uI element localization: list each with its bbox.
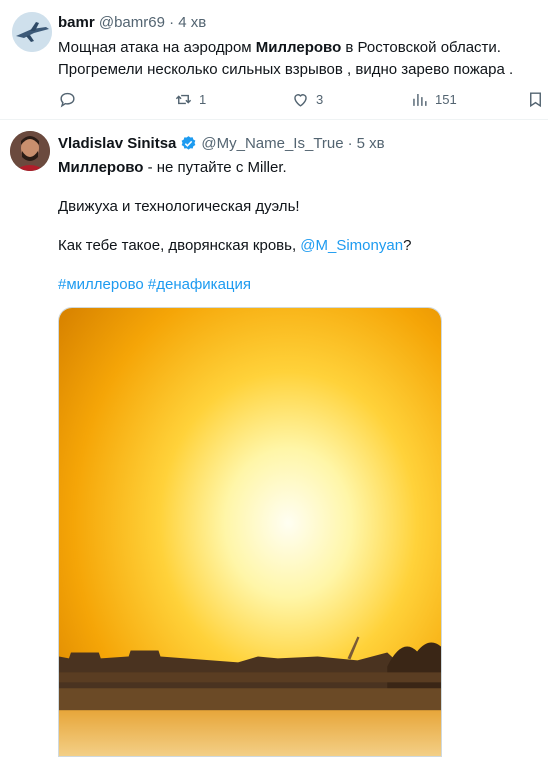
text-part: Как тебе такое, дворянская кровь, [58,237,301,254]
reply-button[interactable] [58,88,77,110]
text-line: Прогремели несколько сильных взрывов , в… [58,61,514,78]
views-icon [413,93,427,106]
avatar-bamr[interactable] [12,12,52,52]
repost-count: 1 [199,91,207,107]
verified-badge-icon [182,136,196,150]
reply-icon [60,92,75,108]
text-part: в Ростовской области. [341,39,501,56]
tweet-media-photo[interactable] [58,307,442,757]
like-button[interactable]: 3 [291,88,323,110]
mention-link[interactable]: @M_Simonyan [300,237,403,254]
text-part: - не путайте с Miller. [143,159,287,176]
fire-glow-photo [59,308,441,756]
tweet-text: Мощная атака на аэродром Миллерово в Рос… [58,37,538,81]
tweet-header: bamr @bamr69 · 4 хв [58,14,206,31]
tweet-time[interactable]: 5 хв [357,135,385,152]
text-bold: Миллерово [255,39,342,56]
author-name[interactable]: Vladislav Sinitsa [58,135,176,152]
heart-icon [294,93,307,107]
separator-dot: · [347,135,353,152]
text-part: Мощная атака на аэродром [58,39,256,56]
separator-dot: · [169,14,175,31]
views-button[interactable]: 151 [410,88,457,110]
tweet-text: Миллерово - не путайте с Miller. Движуха… [58,157,528,296]
tweet-actions: 1 3 151 [58,88,544,110]
tweet-vladislav[interactable]: Vladislav Sinitsa @My_Name_Is_True · 5 х… [0,121,548,757]
text-line: Движуха и технологическая дуэль! [58,198,300,215]
repost-icon [175,94,192,104]
tweet-time[interactable]: 4 хв [178,14,206,31]
like-count: 3 [316,91,324,107]
views-count: 151 [435,91,457,107]
repost-button[interactable]: 1 [174,88,206,110]
author-name[interactable]: bamr [58,14,95,31]
author-handle[interactable]: @My_Name_Is_True [201,135,343,152]
tweet-header: Vladislav Sinitsa @My_Name_Is_True · 5 х… [58,135,385,152]
tweet-bamr[interactable]: bamr @bamr69 · 4 хв Мощная атака на аэро… [0,0,548,120]
hashtag-link[interactable]: #денафикация [148,276,251,293]
bookmark-button[interactable] [526,88,545,110]
author-handle[interactable]: @bamr69 [99,14,165,31]
text-part: ? [403,237,412,254]
text-bold: Миллерово [58,159,144,176]
bookmark-icon [530,91,541,107]
hashtag-link[interactable]: #миллерово [58,276,144,293]
avatar-vladislav[interactable] [10,131,50,171]
